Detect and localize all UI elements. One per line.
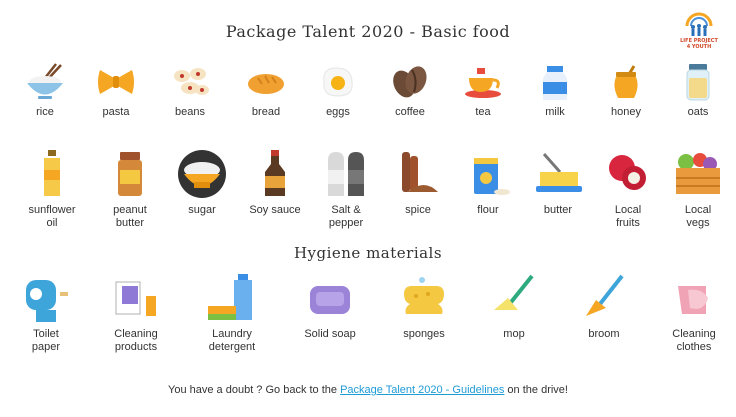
- food-label: Soy sauce: [249, 204, 301, 216]
- pasta-icon: [98, 70, 134, 94]
- food-label: Salt & pepper: [328, 204, 364, 229]
- egg-icon: [323, 67, 353, 97]
- peanut-butter-jar-icon: [118, 152, 142, 196]
- food-item-sugar: sugar: [172, 148, 232, 217]
- food-item-butter: butter: [528, 148, 588, 217]
- food-label: oats: [687, 106, 709, 118]
- cinnamon-icon: [402, 152, 438, 192]
- soap-bar-icon: [310, 286, 350, 314]
- food-item-coffee: coffee: [382, 62, 438, 119]
- oil-bottle-icon: [44, 150, 60, 196]
- hygiene-label: Laundry detergent: [208, 328, 256, 353]
- hygiene-label: broom: [588, 328, 620, 340]
- toilet-paper-icon: [26, 280, 68, 322]
- hygiene-item-laundry-detergent: Laundry detergent: [200, 272, 264, 354]
- hygiene-label: Solid soap: [304, 328, 356, 340]
- mop-icon: [494, 274, 534, 310]
- food-item-peanut-butter: peanut butter: [100, 148, 160, 230]
- page-title: Package Talent 2020 - Basic food: [225, 22, 511, 41]
- food-label: spice: [405, 204, 431, 216]
- food-label: Local fruits: [614, 204, 642, 229]
- hygiene-item-sponges: sponges: [392, 272, 456, 341]
- food-label: tea: [475, 106, 491, 118]
- vegetable-crate-icon: [676, 153, 720, 194]
- logo-line2: 4 YOUTH: [686, 44, 712, 50]
- food-label: sunflower oil: [28, 204, 76, 229]
- food-label: milk: [545, 106, 565, 118]
- hygiene-label: Cleaning products: [114, 328, 158, 353]
- logo-icon: [685, 12, 713, 36]
- oats-jar-icon: [686, 64, 710, 101]
- food-item-oats: oats: [670, 62, 726, 119]
- food-item-rice: rice: [17, 62, 73, 119]
- food-label: peanut butter: [113, 204, 147, 229]
- cleaning-products-icon: [115, 281, 156, 316]
- life-project-logo: LIFE PROJECT 4 YOUTH: [670, 12, 728, 58]
- footer-text-before: You have a doubt ? Go back to the: [168, 384, 341, 396]
- food-item-soy-sauce: Soy sauce: [242, 148, 308, 217]
- food-item-sunflower-oil: sunflower oil: [22, 148, 82, 230]
- footer-text-after: on the drive!: [504, 384, 568, 396]
- hygiene-label: sponges: [403, 328, 445, 340]
- food-item-salt-pepper: Salt & pepper: [316, 148, 376, 230]
- food-label: rice: [36, 106, 54, 118]
- honey-jar-icon: [614, 65, 638, 98]
- food-item-beans: beans: [162, 62, 218, 119]
- rambutan-icon: [609, 155, 646, 190]
- food-label: eggs: [326, 106, 350, 118]
- hygiene-item-toilet-paper: Toilet paper: [14, 272, 78, 354]
- food-item-milk: milk: [527, 62, 583, 119]
- food-item-honey: honey: [598, 62, 654, 119]
- food-label: bread: [251, 106, 281, 118]
- tea-cup-icon: [465, 68, 501, 98]
- food-label: Local vegs: [684, 204, 712, 229]
- guidelines-link[interactable]: Package Talent 2020 - Guidelines: [340, 384, 504, 396]
- hygiene-item-mop: mop: [482, 272, 546, 341]
- rice-bowl-icon: [27, 63, 63, 99]
- butter-icon: [536, 153, 582, 192]
- soy-sauce-bottle-icon: [265, 150, 285, 196]
- cleaning-cloth-icon: [678, 286, 708, 314]
- food-item-flour: flour: [458, 148, 518, 217]
- coffee-bean-icon: [393, 66, 427, 98]
- food-label: beans: [175, 106, 205, 118]
- hygiene-item-cleaning-products: Cleaning products: [104, 272, 168, 354]
- food-item-local-vegs: Local vegs: [668, 148, 728, 230]
- food-label: butter: [543, 204, 573, 216]
- beans-icon: [174, 68, 209, 95]
- hygiene-item-solid-soap: Solid soap: [298, 272, 362, 341]
- sugar-bowl-icon: [178, 150, 226, 198]
- food-label: pasta: [102, 106, 130, 118]
- salt-pepper-icon: [328, 152, 364, 196]
- slide: Package Talent 2020 - Basic food LIFE PR…: [0, 0, 736, 417]
- food-label: flour: [477, 204, 499, 216]
- hygiene-item-broom: broom: [572, 272, 636, 341]
- broom-icon: [586, 274, 624, 316]
- food-label: coffee: [395, 106, 425, 118]
- food-item-tea: tea: [455, 62, 511, 119]
- hygiene-title: Hygiene materials: [293, 244, 443, 262]
- hygiene-label: Cleaning clothes: [672, 328, 716, 353]
- sponge-icon: [404, 277, 444, 314]
- footer-note: You have a doubt ? Go back to the Packag…: [0, 384, 736, 396]
- food-label: honey: [611, 106, 641, 118]
- hygiene-label: Toilet paper: [31, 328, 61, 353]
- food-item-pasta: pasta: [88, 62, 144, 119]
- food-item-eggs: eggs: [310, 62, 366, 119]
- food-item-local-fruits: Local fruits: [598, 148, 658, 230]
- food-item-bread: bread: [238, 62, 294, 119]
- hygiene-item-cleaning-clothes: Cleaning clothes: [662, 272, 726, 354]
- food-label: sugar: [188, 204, 216, 216]
- flour-icon: [474, 158, 510, 195]
- food-item-spice: spice: [388, 148, 448, 217]
- milk-carton-icon: [543, 66, 567, 100]
- bread-icon: [248, 74, 284, 94]
- detergent-bottle-icon: [208, 274, 252, 320]
- hygiene-label: mop: [503, 328, 525, 340]
